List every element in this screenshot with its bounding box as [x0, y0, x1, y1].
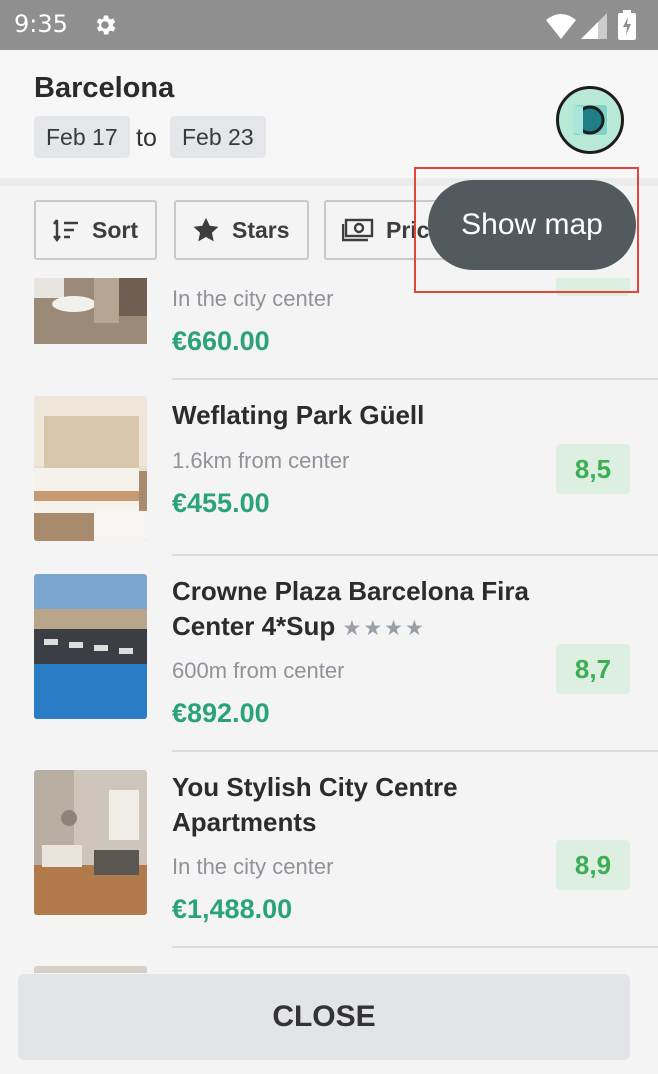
- settings-gear-icon: [96, 15, 116, 35]
- hotel-photo: [34, 396, 147, 541]
- hotel-list-item[interactable]: In the city center €660.00: [0, 278, 658, 380]
- close-button[interactable]: CLOSE: [18, 974, 630, 1060]
- map-avatar-icon[interactable]: [556, 86, 624, 154]
- hotel-price: €1,488.00: [172, 894, 293, 924]
- hotel-list: In the city center €660.00 Weflating Par…: [0, 278, 658, 973]
- hotel-photo: [34, 966, 147, 973]
- search-header: Barcelona Feb 17 to Feb 23: [0, 50, 658, 180]
- hotel-photo: [34, 770, 147, 915]
- status-time: 9:35: [14, 10, 68, 38]
- check-in-date[interactable]: Feb 17: [34, 116, 130, 158]
- battery-icon: [618, 10, 636, 40]
- hotel-name: Weflating Park Güell: [172, 400, 425, 430]
- sort-button[interactable]: Sort: [34, 200, 157, 260]
- hotel-price: €660.00: [172, 326, 270, 356]
- hotel-name: You Stylish City Centre Apartments: [172, 772, 458, 837]
- signal-icon: [581, 13, 607, 39]
- stars-filter-button[interactable]: Stars: [174, 200, 309, 260]
- star-icon: [193, 217, 219, 242]
- hotel-price: €455.00: [172, 488, 270, 518]
- hotel-star-rating: ★★★★: [342, 617, 426, 640]
- wifi-icon: [546, 14, 576, 39]
- hotel-name: Crowne Plaza Barcelona Fira Center 4*Sup…: [172, 574, 552, 646]
- hotel-distance: 600m from center: [172, 658, 345, 683]
- hotel-distance: 1.6km from center: [172, 448, 350, 473]
- money-icon: [342, 218, 374, 242]
- check-out-date[interactable]: Feb 23: [170, 116, 266, 158]
- hotel-list-item[interactable]: [0, 948, 658, 973]
- hotel-score-badge: 8,7: [556, 644, 630, 694]
- date-separator: to: [136, 124, 157, 152]
- city-title: Barcelona: [34, 72, 175, 104]
- hotel-price: €892.00: [172, 698, 270, 728]
- status-bar: 9:35: [0, 0, 658, 50]
- hotel-distance: In the city center: [172, 286, 334, 311]
- stars-label: Stars: [232, 216, 290, 243]
- hotel-photo: [34, 278, 147, 361]
- sort-icon: [53, 219, 78, 242]
- hotel-list-item[interactable]: Crowne Plaza Barcelona Fira Center 4*Sup…: [0, 556, 658, 752]
- hotel-list-item[interactable]: You Stylish City Centre Apartments In th…: [0, 752, 658, 948]
- hotel-distance: In the city center: [172, 854, 334, 879]
- hotel-photo: [34, 574, 147, 719]
- hotel-score-badge: 8,5: [556, 444, 630, 494]
- sort-label: Sort: [92, 216, 138, 243]
- hotel-score-badge: 8,9: [556, 840, 630, 890]
- highlight-box: [414, 167, 639, 293]
- hotel-list-item[interactable]: Weflating Park Güell 1.6km from center €…: [0, 380, 658, 556]
